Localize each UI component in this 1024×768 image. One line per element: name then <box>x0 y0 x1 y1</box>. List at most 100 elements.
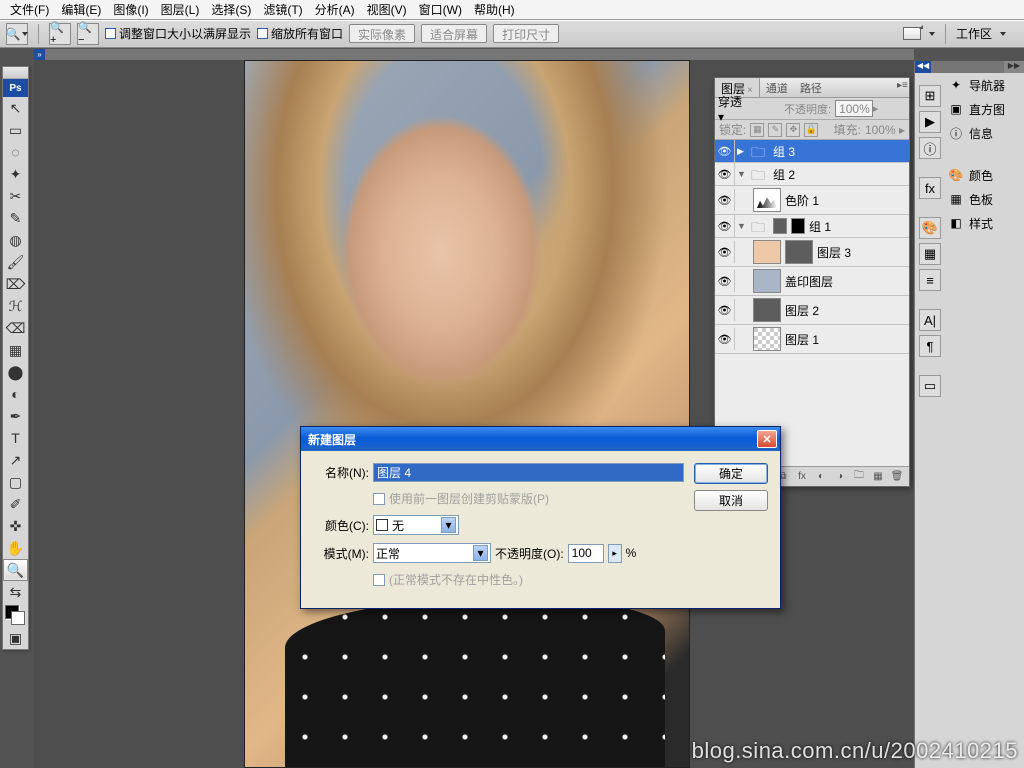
opacity-flyout-icon[interactable]: ▸ <box>608 544 622 563</box>
tool-eyedrop[interactable]: ✜ <box>3 515 28 537</box>
panel-shortcut[interactable]: ⓘ信息 <box>945 121 1023 145</box>
opacity-field[interactable]: 100% ▸ <box>835 100 873 117</box>
zoom-all-checkbox[interactable]: 缩放所有窗口 <box>257 25 343 42</box>
tool-zoom[interactable]: 🔍 <box>3 559 28 581</box>
tool-lasso[interactable]: ◌ <box>3 141 28 163</box>
panel-shortcut[interactable]: ✦导航器 <box>945 73 1023 97</box>
current-tool-icon[interactable]: 🔍 <box>6 23 28 45</box>
tool-stamp[interactable]: ⌦ <box>3 273 28 295</box>
dock-icon[interactable]: ▦ <box>919 243 941 265</box>
resize-window-checkbox[interactable]: 调整窗口大小以满屏显示 <box>105 25 251 42</box>
dock-icon[interactable]: ¶ <box>919 335 941 357</box>
menu-window[interactable]: 窗口(W) <box>413 1 468 18</box>
tool-pen[interactable]: ✒ <box>3 405 28 427</box>
fit-screen-button[interactable]: 适合屏幕 <box>421 24 487 43</box>
visibility-icon[interactable]: 👁 <box>715 163 735 185</box>
print-size-button[interactable]: 打印尺寸 <box>493 24 559 43</box>
layer-row[interactable]: 👁图层 3 <box>715 238 909 267</box>
tool-hand[interactable]: ✋ <box>3 537 28 559</box>
folder-icon[interactable]: 🗀 <box>851 470 867 484</box>
name-input[interactable] <box>373 463 684 482</box>
lock-all-icon[interactable]: 🔒 <box>804 123 818 137</box>
canvas[interactable] <box>244 60 690 768</box>
close-icon[interactable]: ✕ <box>757 430 777 448</box>
visibility-icon[interactable]: 👁 <box>715 215 735 237</box>
layer-row[interactable]: 👁▼🗀组 1 <box>715 215 909 238</box>
menu-layer[interactable]: 图层(L) <box>155 1 206 18</box>
tool-shape[interactable]: ▢ <box>3 471 28 493</box>
dock-icon[interactable]: A| <box>919 309 941 331</box>
menu-select[interactable]: 选择(S) <box>205 1 257 18</box>
tool-eraser[interactable]: ⌫ <box>3 317 28 339</box>
menu-edit[interactable]: 编辑(E) <box>55 1 107 18</box>
zoom-out-icon[interactable]: 🔍− <box>77 23 99 45</box>
dock-icon[interactable]: ▶ <box>919 111 941 133</box>
panel-shortcut[interactable]: ▣直方图 <box>945 97 1023 121</box>
layer-row[interactable]: 👁图层 2 <box>715 296 909 325</box>
workspace-label[interactable]: 工作区 <box>956 25 992 42</box>
panel-menu-icon[interactable]: ▸≡ <box>895 78 909 97</box>
tool-type[interactable]: T <box>3 427 28 449</box>
toolbox-grip[interactable] <box>3 67 28 79</box>
tool-blur[interactable]: ⬤ <box>3 361 28 383</box>
menu-file[interactable]: 文件(F) <box>4 1 55 18</box>
dialog-titlebar[interactable]: 新建图层 ✕ <box>301 427 780 451</box>
panel-dock-tab[interactable]: » <box>34 49 45 60</box>
visibility-icon[interactable]: 👁 <box>715 189 735 211</box>
tool-dodge[interactable]: ◐ <box>3 383 28 405</box>
tab-paths[interactable]: 路径 <box>794 78 828 97</box>
opacity-input[interactable] <box>568 544 604 563</box>
dock-icon[interactable]: ≡ <box>919 269 941 291</box>
lock-paint-icon[interactable]: ✎ <box>768 123 782 137</box>
collapse-dock-icon[interactable]: ◀◀ <box>915 61 931 73</box>
actual-pixels-button[interactable]: 实际像素 <box>349 24 415 43</box>
dock-icon[interactable]: ▭ <box>919 375 941 397</box>
tool-move[interactable]: ↖ <box>3 97 28 119</box>
dock-icon[interactable]: ⓘ <box>919 137 941 159</box>
color-swatch[interactable] <box>3 603 28 627</box>
dock-icon[interactable]: 🎨 <box>919 217 941 239</box>
cancel-button[interactable]: 取消 <box>694 490 768 511</box>
mode-select[interactable]: 正常▾ <box>373 543 491 563</box>
blend-mode-select[interactable]: 穿透▾ <box>718 93 780 124</box>
visibility-icon[interactable]: 👁 <box>715 270 735 292</box>
lock-move-icon[interactable]: ✥ <box>786 123 800 137</box>
visibility-icon[interactable]: 👁 <box>715 328 735 350</box>
tool-gradient[interactable]: ▦ <box>3 339 28 361</box>
menu-filter[interactable]: 滤镜(T) <box>257 1 308 18</box>
panel-shortcut[interactable]: ▦色板 <box>945 187 1023 211</box>
tool-heal[interactable]: ◍ <box>3 229 28 251</box>
menu-view[interactable]: 视图(V) <box>361 1 413 18</box>
visibility-icon[interactable]: 👁 <box>715 299 735 321</box>
layer-row[interactable]: 👁色阶 1 <box>715 186 909 215</box>
zoom-in-icon[interactable]: 🔍+ <box>49 23 71 45</box>
visibility-icon[interactable]: 👁 <box>715 241 735 263</box>
background-color[interactable] <box>11 611 25 625</box>
tool-brush[interactable]: 🖌 <box>3 251 28 273</box>
layer-row[interactable]: 👁盖印图层 <box>715 267 909 296</box>
adjust-icon[interactable]: ◑ <box>832 470 848 484</box>
menu-analysis[interactable]: 分析(A) <box>309 1 361 18</box>
layer-row[interactable]: 👁▼🗀组 2 <box>715 163 909 186</box>
layer-row[interactable]: 👁图层 1 <box>715 325 909 354</box>
tool-swap[interactable]: ⇆ <box>3 581 28 603</box>
tool-slice[interactable]: ✎ <box>3 207 28 229</box>
tool-crop[interactable]: ✂ <box>3 185 28 207</box>
fx-icon[interactable]: fx <box>794 470 810 484</box>
color-select[interactable]: 无▾ <box>373 515 459 535</box>
panel-shortcut[interactable]: ◧样式 <box>945 211 1023 235</box>
lock-transparent-icon[interactable]: ▦ <box>750 123 764 137</box>
new-layer-icon[interactable]: ▦ <box>870 470 886 484</box>
panel-shortcut[interactable]: 🎨颜色 <box>945 163 1023 187</box>
tool-path-sel[interactable]: ↗ <box>3 449 28 471</box>
mask-icon[interactable]: ◐ <box>813 470 829 484</box>
visibility-icon[interactable]: 👁 <box>715 140 735 162</box>
screen-mode-icon[interactable] <box>903 27 921 40</box>
layer-row[interactable]: 👁▶🗀组 3 <box>715 140 909 163</box>
quickmask-icon[interactable]: ▣ <box>3 627 28 649</box>
tool-notes[interactable]: ✐ <box>3 493 28 515</box>
menu-help[interactable]: 帮助(H) <box>468 1 521 18</box>
dock-icon[interactable]: ⊞ <box>919 85 941 107</box>
tool-history[interactable]: ℋ <box>3 295 28 317</box>
trash-icon[interactable]: 🗑 <box>889 470 905 484</box>
